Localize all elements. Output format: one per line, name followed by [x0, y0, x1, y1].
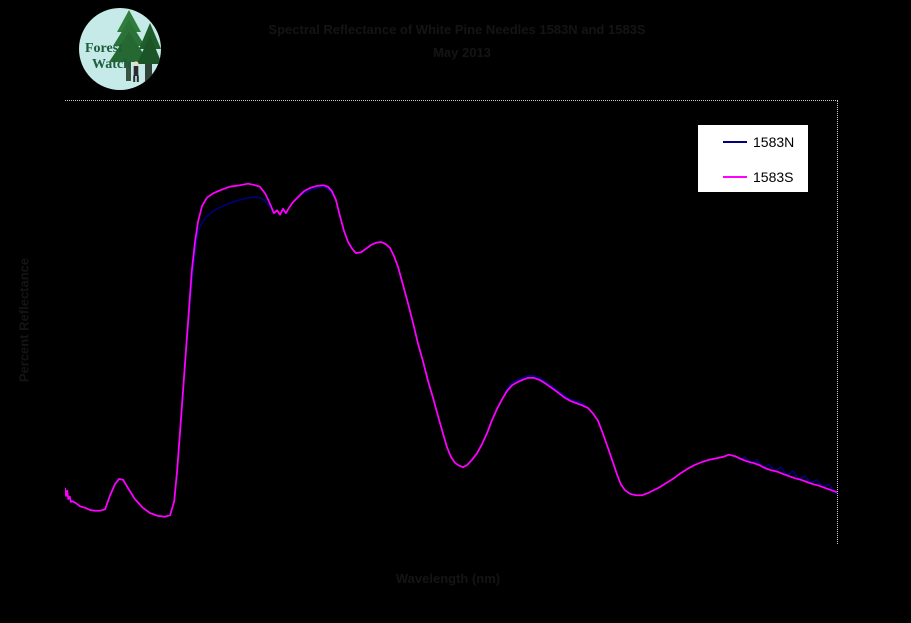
person-leg: [136, 75, 139, 82]
forest-watch-logo-icon: Forest Watch: [79, 8, 161, 90]
chart-title-line2: May 2013: [433, 45, 491, 60]
person-icon: [133, 61, 139, 67]
series-line-1583S: [65, 182, 837, 518]
legend-label-1583N: 1583N: [753, 134, 795, 150]
legend-line-1583S: [723, 176, 747, 178]
legend-line-1583N: [723, 141, 747, 143]
legend-item-1583N: 1583N: [698, 133, 808, 151]
person-body: [133, 66, 139, 76]
chart-window: Forest Watch Spectral Reflectance of Whi…: [0, 0, 911, 623]
y-axis-label: Percent Reflectance: [16, 257, 32, 383]
legend-item-1583S: 1583S: [698, 168, 808, 186]
logo-text-forest: Forest: [85, 41, 123, 56]
person-leg: [133, 75, 136, 82]
forest-watch-logo: Forest Watch: [78, 7, 162, 91]
chart-title-line1: Spectral Reflectance of White Pine Needl…: [268, 22, 646, 37]
x-axis-label: Wavelength (nm): [395, 571, 501, 586]
logo-text-watch: Watch: [92, 57, 131, 72]
legend: 1583N 1583S: [698, 125, 808, 192]
legend-label-1583S: 1583S: [753, 169, 794, 185]
series-line-1583N: [65, 185, 837, 518]
